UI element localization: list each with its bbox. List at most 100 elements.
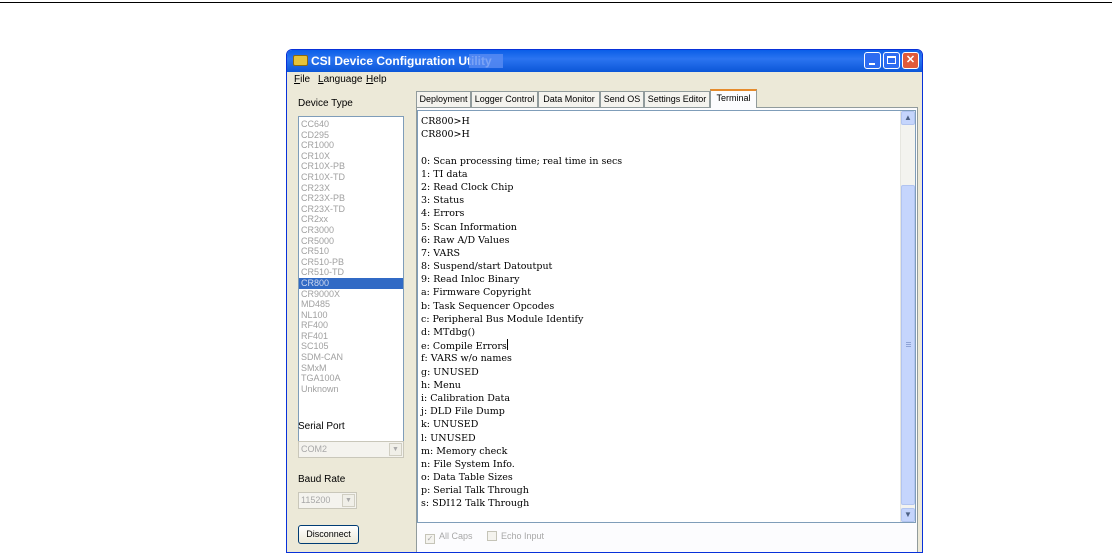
terminal-line: b: Task Sequencer Opcodes bbox=[421, 300, 555, 312]
menu-file-label: ile bbox=[300, 74, 311, 85]
disconnect-label: Disconnect bbox=[306, 529, 351, 539]
tab-label: Deployment bbox=[419, 94, 468, 104]
device-list-item[interactable]: CR23X-TD bbox=[299, 204, 403, 215]
device-list-item[interactable]: CR800 bbox=[299, 277, 403, 289]
terminal-line: k: UNUSED bbox=[421, 419, 479, 431]
terminal-line: 4: Errors bbox=[421, 208, 465, 220]
echo-input-checkbox[interactable]: Echo Input bbox=[487, 531, 544, 541]
baud-rate-select[interactable]: 115200 ▼ bbox=[298, 492, 357, 509]
terminal-line: n: File System Info. bbox=[421, 458, 515, 470]
terminal-line: f: VARS w/o names bbox=[421, 353, 512, 365]
terminal-line: CR800>H bbox=[421, 116, 470, 127]
checkbox-checked-icon: ✓ bbox=[425, 534, 435, 544]
device-list-item[interactable]: CR1000 bbox=[299, 140, 403, 151]
terminal-line: m: Memory check bbox=[421, 445, 508, 457]
close-icon: ✕ bbox=[905, 54, 916, 66]
tab-label: Logger Control bbox=[474, 94, 535, 104]
top-rule bbox=[0, 2, 1112, 3]
device-list-item[interactable]: CR23X bbox=[299, 183, 403, 194]
chevron-down-icon[interactable]: ▼ bbox=[342, 494, 355, 507]
terminal-line: d: MTdbg() bbox=[421, 327, 476, 338]
device-list-item[interactable]: RF400 bbox=[299, 320, 403, 331]
menu-bar: File Language Help bbox=[287, 72, 922, 89]
serial-port-select[interactable]: COM2 ▼ bbox=[298, 441, 404, 458]
tab-data-monitor[interactable]: Data Monitor bbox=[538, 91, 600, 107]
title-redaction bbox=[469, 54, 503, 68]
device-type-list[interactable]: CC640 CD295 CR1000 CR10X CR10X-PB CR10X-TD CR2… bbox=[298, 116, 404, 446]
terminal-text: CR800>H CR800>H 0: Scan processing time; r… bbox=[421, 115, 622, 511]
terminal-line: 2: Read Clock Chip bbox=[421, 181, 514, 193]
terminal-output[interactable]: CR800>H CR800>H 0: Scan processing time; r… bbox=[417, 110, 916, 523]
scroll-up-button[interactable]: ▲ bbox=[901, 111, 915, 125]
terminal-line: 3: Status bbox=[421, 195, 465, 207]
vertical-scrollbar[interactable]: ▲ ▼ bbox=[900, 111, 915, 522]
terminal-line: 7: VARS bbox=[421, 247, 461, 259]
minimize-icon bbox=[869, 63, 875, 65]
device-list-item[interactable]: SMxM bbox=[299, 363, 403, 374]
baud-rate-label: Baud Rate bbox=[298, 474, 346, 485]
scroll-thumb[interactable] bbox=[901, 185, 915, 505]
tab-label: Settings Editor bbox=[647, 94, 707, 104]
device-list-item[interactable]: CD295 bbox=[299, 130, 403, 141]
device-list-item[interactable]: CR10X bbox=[299, 151, 403, 162]
text-caret bbox=[506, 339, 508, 351]
tab-logger-control[interactable]: Logger Control bbox=[471, 91, 538, 107]
menu-help[interactable]: Help bbox=[366, 74, 387, 85]
device-list-item[interactable]: CR510-PB bbox=[299, 257, 403, 268]
device-list-item[interactable]: RF401 bbox=[299, 331, 403, 342]
device-list-item[interactable]: CR3000 bbox=[299, 225, 403, 236]
tab-settings-editor[interactable]: Settings Editor bbox=[644, 91, 710, 107]
terminal-line: 8: Suspend/start Datoutput bbox=[421, 261, 553, 273]
close-button[interactable]: ✕ bbox=[902, 52, 919, 69]
disconnect-button[interactable]: Disconnect bbox=[298, 525, 359, 544]
device-list-item[interactable]: SDM-CAN bbox=[299, 352, 403, 363]
device-list-item[interactable]: CC640 bbox=[299, 119, 403, 130]
device-list-item[interactable]: SC105 bbox=[299, 341, 403, 352]
all-caps-checkbox[interactable]: ✓ All Caps bbox=[425, 531, 473, 544]
terminal-line: p: Serial Talk Through bbox=[421, 485, 529, 497]
device-list-item[interactable]: Unknown bbox=[299, 384, 403, 395]
tab-terminal[interactable]: Terminal bbox=[710, 89, 757, 108]
device-list-item[interactable]: TGA100A bbox=[299, 373, 403, 384]
minimize-button[interactable] bbox=[864, 52, 881, 69]
device-list-item[interactable]: CR2xx bbox=[299, 214, 403, 225]
tab-send-os[interactable]: Send OS bbox=[600, 91, 644, 107]
device-list-item[interactable]: NL100 bbox=[299, 310, 403, 321]
menu-file[interactable]: File bbox=[294, 74, 310, 85]
device-list-item[interactable]: CR5000 bbox=[299, 236, 403, 247]
menu-language[interactable]: Language bbox=[318, 74, 363, 85]
maximize-button[interactable] bbox=[883, 52, 900, 69]
chevron-down-icon: ▼ bbox=[904, 510, 912, 519]
device-type-label: Device Type bbox=[298, 98, 353, 109]
scroll-down-button[interactable]: ▼ bbox=[901, 508, 915, 522]
terminal-line: o: Data Table Sizes bbox=[421, 472, 513, 484]
device-list-item[interactable]: CR510-TD bbox=[299, 267, 403, 278]
terminal-line: 5: Scan Information bbox=[421, 221, 517, 233]
chevron-up-icon: ▲ bbox=[904, 113, 912, 122]
terminal-line: c: Peripheral Bus Module Identify bbox=[421, 313, 584, 325]
terminal-line: 6: Raw A/D Values bbox=[421, 234, 510, 246]
title-bar[interactable]: CSI Device Configuration Utility ✕ bbox=[287, 50, 922, 72]
terminal-line: j: DLD File Dump bbox=[421, 406, 505, 418]
terminal-line: a: Firmware Copyright bbox=[421, 287, 532, 299]
maximize-icon bbox=[887, 56, 896, 64]
chevron-down-icon[interactable]: ▼ bbox=[389, 443, 402, 456]
tab-deployment[interactable]: Deployment bbox=[416, 91, 471, 107]
device-list-item[interactable]: MD485 bbox=[299, 299, 403, 310]
terminal-line: 9: Read Inloc Binary bbox=[421, 274, 520, 286]
device-list-item[interactable]: CR510 bbox=[299, 246, 403, 257]
app-window: CSI Device Configuration Utility ✕ File … bbox=[286, 49, 923, 553]
baud-rate-value: 115200 bbox=[301, 495, 331, 505]
terminal-line: g: UNUSED bbox=[421, 366, 479, 378]
device-list-item[interactable]: CR10X-PB bbox=[299, 161, 403, 172]
terminal-line: h: Menu bbox=[421, 379, 461, 391]
device-list-item[interactable]: CR23X-PB bbox=[299, 193, 403, 204]
menu-help-label: elp bbox=[373, 74, 387, 85]
tab-label: Send OS bbox=[603, 94, 641, 104]
device-list-item[interactable]: CR9000X bbox=[299, 289, 403, 300]
serial-port-value: COM2 bbox=[301, 444, 328, 454]
menu-language-label: anguage bbox=[323, 74, 363, 85]
terminal-line: e: Compile Errors bbox=[421, 339, 508, 353]
device-list-item[interactable]: CR10X-TD bbox=[299, 172, 403, 183]
